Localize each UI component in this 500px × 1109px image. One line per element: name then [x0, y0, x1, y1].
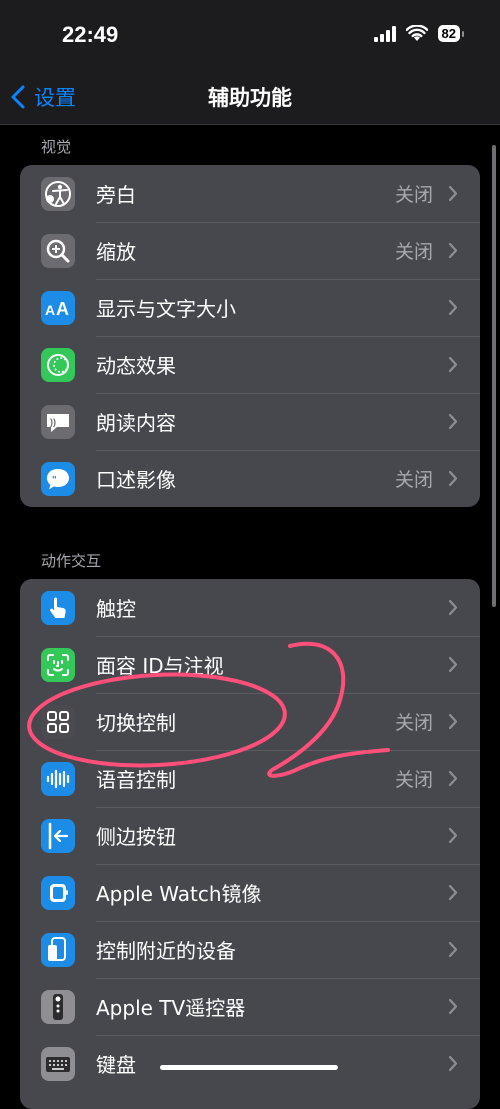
annotation-number-2 — [267, 641, 390, 778]
annotation-circle — [27, 672, 287, 768]
handwritten-annotation — [27, 641, 390, 778]
home-indicator[interactable] — [160, 1065, 338, 1070]
